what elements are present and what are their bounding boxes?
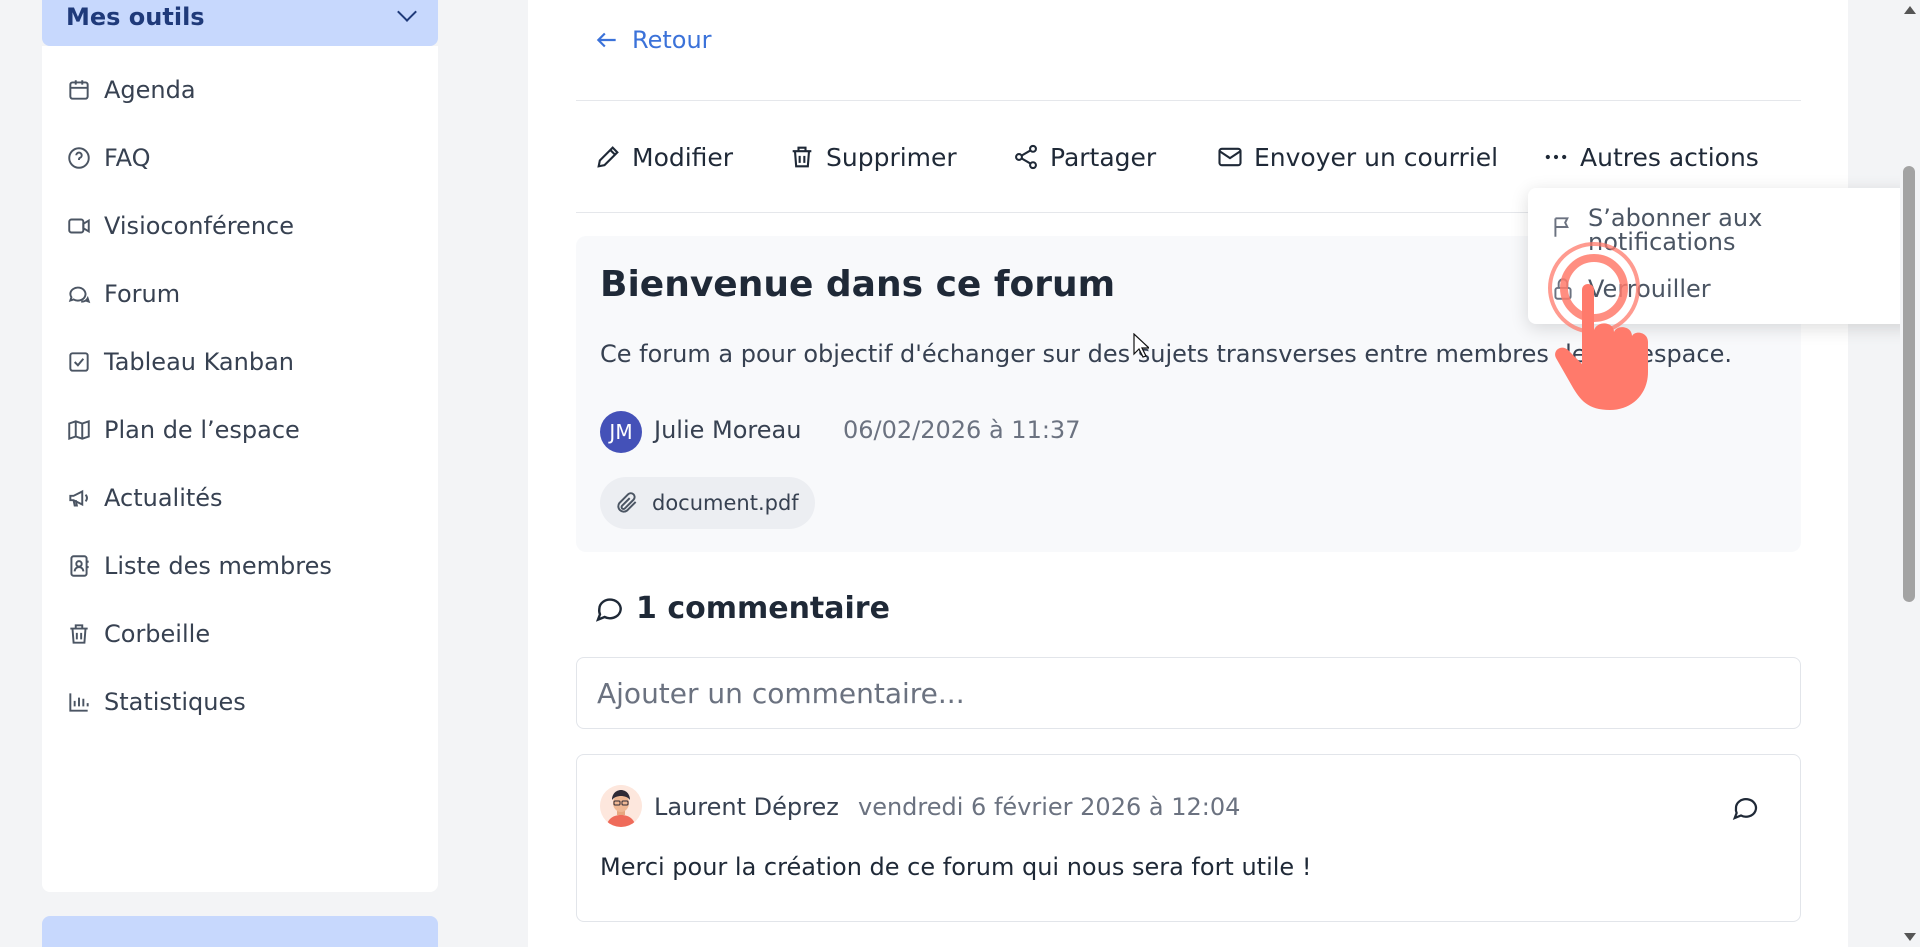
share-button[interactable]: Partager [1012, 134, 1156, 180]
help-circle-icon [68, 147, 90, 169]
subscribe-label: S’abonner aux notifications [1588, 204, 1763, 256]
scrollbar-thumb[interactable] [1903, 166, 1915, 602]
delete-button[interactable]: Supprimer [788, 134, 957, 180]
checkbox-icon [69, 352, 89, 372]
more-actions-dropdown: S’abonner aux notifications Verrouiller [1528, 188, 1918, 324]
sidebar-item-plan[interactable]: Plan de l’espace [42, 400, 438, 460]
send-email-button[interactable]: Envoyer un courriel [1216, 134, 1498, 180]
lock-icon [1554, 278, 1572, 300]
scroll-up-icon[interactable] [1904, 6, 1916, 14]
divider [576, 100, 1801, 101]
arrow-left-icon [596, 32, 616, 48]
tools-menu: Agenda FAQ Visioconférence Forum Tableau… [42, 46, 438, 892]
comment-input[interactable] [576, 657, 1801, 729]
video-icon [68, 218, 90, 234]
back-link[interactable]: Retour [594, 22, 712, 58]
scroll-down-icon[interactable] [1904, 933, 1916, 941]
edit-button[interactable]: Modifier [594, 134, 733, 180]
envelope-icon [1218, 147, 1242, 167]
tools-section-header[interactable]: Mes outils [42, 0, 438, 46]
calendar-icon [69, 80, 89, 100]
sidebar-item-agenda[interactable]: Agenda [42, 60, 438, 120]
sidebar-item-forum[interactable]: Forum [42, 264, 438, 324]
post-title: Bienvenue dans ce forum [600, 264, 1116, 305]
sidebar-item-label: Statistiques [104, 688, 246, 716]
sidebar-item-kanban[interactable]: Tableau Kanban [42, 332, 438, 392]
reply-icon[interactable] [1731, 793, 1761, 823]
sidebar-item-label: Plan de l’espace [104, 416, 300, 444]
trash-icon [792, 146, 812, 168]
comment-author: Laurent Déprez [654, 793, 839, 821]
ellipsis-icon [1545, 154, 1567, 160]
megaphone-icon [69, 489, 88, 507]
sidebar-item-label: Agenda [104, 76, 196, 104]
sidebar: Mes outils Agenda FAQ Visioconférence Fo… [0, 0, 480, 947]
sidebar-item-corbeille[interactable]: Corbeille [42, 604, 438, 664]
send-email-label: Envoyer un courriel [1254, 142, 1499, 172]
comment-text: Merci pour la création de ce forum qui n… [600, 853, 1312, 881]
comment-date: vendredi 6 février 2026 à 12:04 [858, 793, 1241, 821]
tools-section-title: Mes outils [66, 3, 205, 31]
attachment-chip[interactable]: document.pdf [600, 477, 815, 529]
comment-icon [595, 597, 622, 622]
sidebar-item-label: Forum [104, 280, 181, 308]
map-icon [68, 419, 90, 441]
comments-heading: 1 commentaire [594, 591, 890, 626]
avatar: JM [600, 411, 642, 453]
contact-book-icon [70, 555, 89, 577]
sidebar-item-label: Liste des membres [104, 552, 332, 580]
more-actions-button[interactable]: Autres actions [1542, 134, 1759, 180]
sidebar-item-label: Actualités [104, 484, 223, 512]
user-avatar-illustration [600, 785, 642, 827]
back-label: Retour [632, 26, 712, 54]
post-author: Julie Moreau [654, 416, 802, 444]
bar-chart-icon [69, 693, 89, 712]
sidebar-item-membres[interactable]: Liste des membres [42, 536, 438, 596]
comments-count: 1 commentaire [636, 591, 890, 626]
sidebar-item-label: Corbeille [104, 620, 211, 648]
comment-card [576, 754, 1801, 922]
avatar [600, 785, 642, 827]
sidebar-item-faq[interactable]: FAQ [42, 128, 438, 188]
chat-bubbles-icon [68, 286, 91, 304]
sidebar-item-label: Visioconférence [104, 212, 294, 240]
pencil-icon [597, 146, 619, 168]
flag-icon [1554, 217, 1569, 237]
more-actions-label: Autres actions [1580, 142, 1759, 172]
sidebar-item-label: FAQ [104, 144, 151, 172]
chevron-down-icon [397, 2, 417, 22]
subscribe-notifications-item[interactable]: S’abonner aux notifications [1550, 206, 1762, 254]
sidebar-item-actualites[interactable]: Actualités [42, 468, 438, 528]
post-description: Ce forum a pour objectif d'échanger sur … [600, 340, 1732, 368]
share-label: Partager [1050, 142, 1157, 172]
mouse-cursor-icon [1133, 333, 1149, 358]
sidebar-item-visio[interactable]: Visioconférence [42, 196, 438, 256]
sidebar-item-statistiques[interactable]: Statistiques [42, 672, 438, 732]
paperclip-icon [617, 492, 637, 513]
lock-item[interactable]: Verrouiller [1550, 276, 1711, 302]
attachment-name: document.pdf [652, 491, 799, 515]
lock-label: Verrouiller [1588, 275, 1711, 303]
sidebar-item-label: Tableau Kanban [104, 348, 294, 376]
next-section-header[interactable] [42, 916, 438, 947]
delete-label: Supprimer [826, 142, 957, 172]
edit-label: Modifier [632, 142, 734, 172]
share-icon [1015, 144, 1037, 170]
post-date: 06/02/2026 à 11:37 [843, 416, 1081, 444]
trash-icon [70, 624, 88, 644]
